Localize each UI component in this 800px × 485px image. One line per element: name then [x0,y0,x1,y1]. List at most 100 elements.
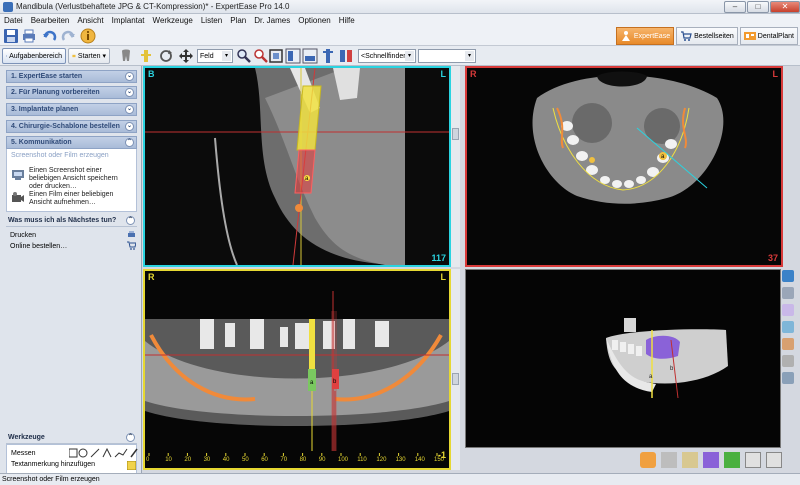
bone-volume-icon[interactable] [724,452,740,468]
scale-label: 20 [184,457,191,463]
close-button[interactable]: ✕ [770,0,800,13]
menu-optionen[interactable]: Optionen [298,16,330,25]
3d-viewport[interactable]: a b [465,269,781,448]
menu-listen[interactable]: Listen [201,16,222,25]
chevron-up-icon[interactable]: ⌃ [126,216,135,225]
zoom-icon[interactable] [236,48,252,64]
axial-orientation-right: L [772,69,779,79]
3d-view-front-icon[interactable] [782,270,794,282]
render-tool-icon[interactable] [640,452,656,468]
quickfinder-value: <Schnellfinder> [361,52,410,60]
3d-rotate-icon[interactable] [782,372,794,384]
step-communication[interactable]: 5. Kommunikation ⌃ [6,136,137,149]
panoramic-scrollbar[interactable] [451,269,460,470]
task-area-button[interactable]: Aufgabenbereich [2,48,66,64]
next-step-print[interactable]: Drucken [10,230,136,240]
next-step-order-online-label: Online bestellen… [10,242,68,250]
print-icon [128,231,135,237]
step-start[interactable]: 1. ExpertEase starten ⌄ [6,70,137,83]
screenshot-icon [12,170,24,180]
film-action-label: Einen Film einer beliebigen Ansicht aufn… [29,191,114,206]
step-prepare-label: 2. Für Planung vorbereiten [11,89,100,96]
pan-icon[interactable] [178,48,194,64]
sagittal-slice-number: 117 [431,253,446,263]
3d-bone-icon[interactable] [782,338,794,350]
step-plan-implants-label: 3. Implantate planen [11,106,79,113]
panoramic-viewport[interactable]: a b 0 10 20 30 40 50 60 70 80 90 100 110 120 130 140 15… [143,269,451,470]
3d-view-side-icon[interactable] [782,287,794,299]
measure-tools-icon[interactable] [69,448,139,458]
section-tool-icon[interactable] [766,452,782,468]
chevron-up-icon[interactable]: ⌃ [126,433,135,442]
scale-label: 100 [338,457,349,463]
text-note-row[interactable]: Textanmerkung hinzufügen [11,461,136,470]
menu-datei[interactable]: Datei [4,16,23,25]
next-steps-header[interactable]: Was muss ich als Nächstes tun? ⌃ [6,215,137,227]
print-icon[interactable] [21,28,37,44]
menu-plan[interactable]: Plan [230,16,246,25]
secondary-select[interactable]: ▾ [418,49,476,63]
quickfinder-select[interactable]: <Schnellfinder> ▾ [358,49,416,63]
chevron-up-icon[interactable]: ⌃ [125,138,134,147]
step-plan-implants[interactable]: 3. Implantate planen ⌄ [6,103,137,116]
mode-select-arrow-icon: ▾ [222,51,231,61]
undo-icon[interactable] [42,28,58,44]
mode-select[interactable]: Feld ▾ [197,49,233,63]
screenshot-action-label: Einen Screenshot einer beliebigen Ansich… [29,167,118,190]
menu-werkzeuge[interactable]: Werkzeuge [153,16,193,25]
start-label: Starten [77,52,101,60]
axial-viewport[interactable]: a R L 37 [465,66,783,267]
cart-icon [127,241,136,250]
screenshot-action[interactable]: Einen Screenshot einer beliebigen Ansich… [11,167,129,191]
menu-user[interactable]: Dr. James [254,16,290,25]
panoramic-scroll-thumb[interactable] [452,373,459,385]
tab-dentalplant[interactable]: DentalPlant [739,27,798,45]
measure-zoom-icon[interactable] [253,48,269,64]
next-step-order-online[interactable]: Online bestellen… [10,241,136,251]
chevron-down-icon[interactable]: ⌄ [125,88,134,97]
menu-ansicht[interactable]: Ansicht [77,16,103,25]
tools-header[interactable]: Werkzeuge ⌃ [6,432,137,444]
fit-view-icon[interactable] [268,48,284,64]
chevron-down-icon[interactable]: ⌄ [125,122,134,131]
save-icon[interactable] [3,28,19,44]
sagittal-scroll-thumb[interactable] [452,128,459,140]
implant-3d-icon[interactable] [703,452,719,468]
color-tool-icon[interactable] [338,48,354,64]
3d-bottom-tools [640,448,787,472]
menu-bearbeiten[interactable]: Bearbeiten [31,16,70,25]
jaw-tool-icon[interactable] [682,452,698,468]
axial-slice-number: 37 [767,253,778,263]
tab-bestellseiten[interactable]: Bestellseiten [676,27,738,45]
chevron-down-icon[interactable]: ⌄ [125,105,134,114]
3d-clip-icon[interactable] [782,321,794,333]
minimize-button[interactable]: – [724,0,746,13]
teeth-tool-icon[interactable] [661,452,677,468]
start-button[interactable]: Starten ▾ [68,48,110,64]
sagittal-viewport[interactable]: a B L 117 [143,66,451,267]
rotate-icon[interactable] [158,48,174,64]
start-dropdown-icon[interactable]: ▾ [102,52,106,60]
tooth-tool-icon[interactable] [118,48,134,64]
3d-reset-icon[interactable] [782,355,794,367]
tab-expertease[interactable]: ExpertEase [615,27,675,45]
menu-implantat[interactable]: Implantat [112,16,145,25]
layout-1-icon[interactable] [285,48,301,64]
layout-2-icon[interactable] [302,48,318,64]
step-order-template[interactable]: 4. Chirurgie-Schablone bestellen ⌄ [6,120,137,133]
film-action[interactable]: Einen Film einer beliebigen Ansicht aufn… [11,191,129,207]
sagittal-scrollbar[interactable] [451,66,460,267]
3d-opacity-icon[interactable] [782,304,794,316]
implant-tool-icon[interactable] [138,48,154,64]
chevron-down-icon[interactable]: ⌄ [125,72,134,81]
implant-insert-icon[interactable] [320,48,336,64]
measure-row[interactable]: Messen [11,448,139,458]
step-prepare[interactable]: 2. Für Planung vorbereiten ⌄ [6,86,137,99]
info-icon[interactable] [80,28,96,44]
maximize-button[interactable]: □ [747,0,769,13]
redo-icon[interactable] [60,28,76,44]
menu-hilfe[interactable]: Hilfe [339,16,355,25]
nerve-tool-icon[interactable] [745,452,761,468]
scale-label: 70 [280,457,287,463]
tab-bestellseiten-label: Bestellseiten [694,32,734,40]
